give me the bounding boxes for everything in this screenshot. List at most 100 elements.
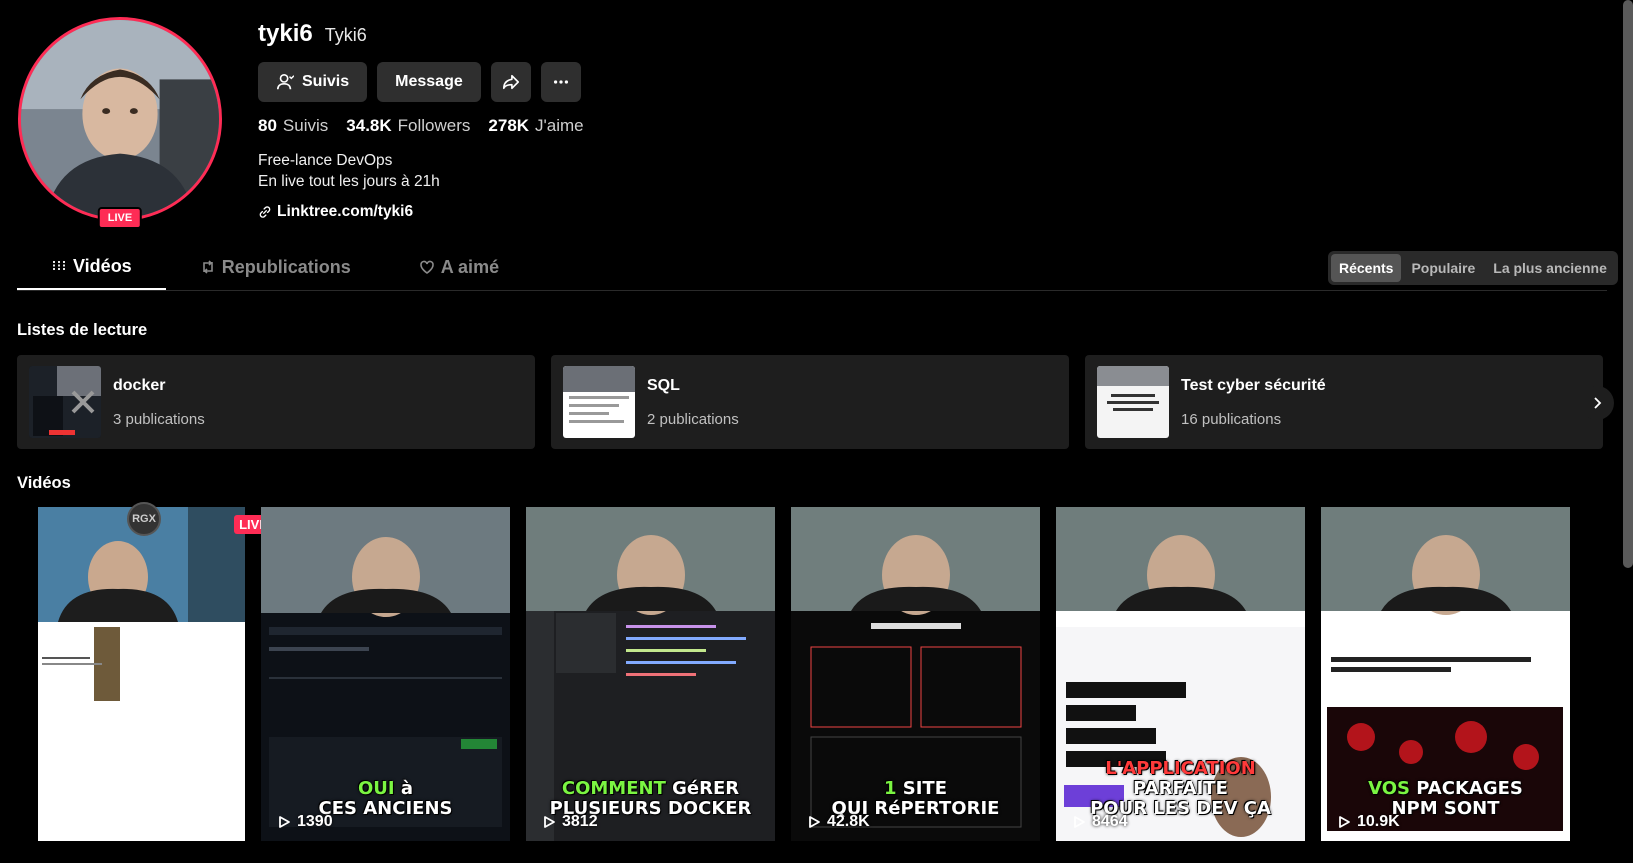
bio-line: Free-lance DevOps (258, 152, 393, 169)
playlist-card[interactable]: SQL 2 publications (551, 355, 1069, 449)
follow-button-label: Suivis (302, 73, 350, 90)
tab-liked[interactable]: A aimé (385, 244, 533, 290)
sort-toggle: Récents Populaire La plus ancienne (1328, 251, 1618, 285)
tab-reposts[interactable]: Republications (166, 244, 385, 290)
playlist-thumbnail (1097, 366, 1169, 438)
message-button-label: Message (395, 73, 463, 90)
avatar-image (21, 20, 219, 218)
view-count-value: 1390 (297, 813, 333, 830)
playlist-thumbnail (29, 366, 101, 438)
playlists-next-button[interactable] (1580, 386, 1614, 420)
stat-label: J'aime (535, 116, 584, 135)
nickname: Tyki6 (324, 25, 367, 45)
playlist-name: Test cyber sécurité (1181, 376, 1326, 394)
playlist-count: 3 publications (113, 410, 205, 428)
stat-value: 278K (488, 116, 530, 135)
view-count: 1390 (277, 813, 333, 831)
content-tabs: Vidéos Republications A aimé (17, 244, 533, 290)
caption-highlight: OUI (357, 778, 395, 799)
sort-recent[interactable]: Récents (1331, 254, 1402, 282)
profile-info: tyki6 Tyki6 Suivis Message 80 Suivis 34.8… (258, 20, 584, 221)
playlist-name: docker (113, 376, 166, 394)
stat-followers[interactable]: 34.8K Followers (346, 116, 470, 136)
caption-text: NPM SONT (1391, 798, 1500, 819)
page-scrollbar[interactable] (1623, 0, 1633, 568)
play-icon (1339, 816, 1350, 828)
heart-icon (419, 260, 434, 274)
playlist-name: SQL (647, 376, 680, 394)
view-count: 8464 (1072, 813, 1128, 831)
video-card[interactable]: VOS PACKAGES NPM SONT 10.9K (1321, 507, 1570, 841)
stat-value: 80 (258, 116, 277, 135)
play-icon (809, 816, 820, 828)
link-icon (259, 206, 271, 218)
view-count: 42.8K (807, 813, 870, 831)
caption-text: PARFAITE (1133, 778, 1228, 799)
video-card[interactable]: L'APPLICATION PARFAITE POUR LES DEV ÇA 846… (1056, 507, 1305, 841)
repost-icon (202, 260, 213, 274)
play-icon (279, 816, 290, 828)
more-options-button[interactable] (540, 62, 581, 102)
video-card-live[interactable]: RGX LIVE (38, 502, 273, 841)
chevron-right-icon (1594, 397, 1602, 409)
sort-oldest[interactable]: La plus ancienne (1485, 254, 1615, 282)
stat-following[interactable]: 80 Suivis (258, 116, 328, 136)
tab-label: Republications (221, 256, 351, 277)
video-card[interactable]: 1 SITE QUI RéPERTORIE 42.8K (791, 507, 1040, 841)
caption-text: GéRER (665, 778, 740, 799)
view-count-value: 10.9K (1357, 813, 1400, 830)
view-count-value: 42.8K (827, 813, 870, 830)
tab-videos[interactable]: Vidéos (17, 244, 166, 290)
username: tyki6 (258, 20, 313, 47)
caption-text: SITE (896, 778, 948, 799)
sort-popular[interactable]: Populaire (1403, 254, 1483, 282)
bio: Free-lance DevOps En live tout les jours… (258, 150, 584, 192)
caption-highlight: L'APPLICATION (1105, 758, 1256, 779)
profile-avatar-container[interactable]: LIVE (18, 17, 222, 229)
stat-likes: 278K J'aime (488, 116, 583, 136)
share-icon (502, 74, 519, 90)
caption-text: PACKAGES (1410, 778, 1523, 799)
video-card[interactable]: OUI à CES ANCIENS 1390 (261, 507, 510, 841)
message-button[interactable]: Message (377, 62, 481, 102)
stat-label: Suivis (282, 116, 329, 135)
caption-highlight: COMMENT (561, 778, 666, 799)
avatar[interactable] (18, 17, 222, 221)
bio-line: En live tout les jours à 21h (258, 173, 440, 190)
follow-button[interactable]: Suivis (258, 62, 368, 102)
grid-icon (53, 261, 65, 271)
profile-stats: 80 Suivis 34.8K Followers 278K J'aime (258, 116, 584, 136)
tabs-divider (17, 290, 1607, 291)
playlists-title: Listes de lecture (17, 321, 148, 339)
video-card[interactable]: COMMENT GéRER PLUSIEURS DOCKER 3812 (526, 507, 775, 841)
view-count: 10.9K (1337, 813, 1400, 831)
streamer-avatar: RGX (127, 502, 161, 536)
view-count-value: 8464 (1092, 813, 1128, 830)
playlist-card[interactable]: docker 3 publications (17, 355, 535, 449)
videos-title: Vidéos (17, 474, 71, 492)
caption-text: CES ANCIENS (318, 798, 453, 819)
playlist-card[interactable]: Test cyber sécurité 16 publications (1085, 355, 1603, 449)
playlist-count: 16 publications (1181, 410, 1282, 428)
view-count: 3812 (542, 813, 598, 831)
live-badge[interactable]: LIVE (97, 207, 143, 229)
profile-link-text: Linktree.com/tyki6 (277, 203, 414, 220)
play-icon (1074, 816, 1085, 828)
profile-link[interactable]: Linktree.com/tyki6 (258, 203, 584, 221)
caption-text: à (394, 778, 414, 799)
caption-highlight: 1 (883, 778, 897, 799)
video-thumbnail (38, 507, 245, 841)
playlists-row: docker 3 publications SQL 2 publications… (17, 355, 1607, 449)
play-icon (544, 816, 555, 828)
share-button[interactable] (490, 62, 531, 102)
video-caption: L'APPLICATION PARFAITE POUR LES DEV ÇA (1056, 759, 1305, 819)
stat-value: 34.8K (346, 116, 392, 135)
playlist-count: 2 publications (647, 410, 739, 428)
tab-label: A aimé (440, 256, 500, 277)
playlist-thumbnail (563, 366, 635, 438)
view-count-value: 3812 (562, 813, 598, 830)
stat-label: Followers (397, 116, 471, 135)
tab-label: Vidéos (73, 255, 132, 276)
user-icon (276, 73, 294, 90)
caption-highlight: VOS (1368, 778, 1410, 799)
